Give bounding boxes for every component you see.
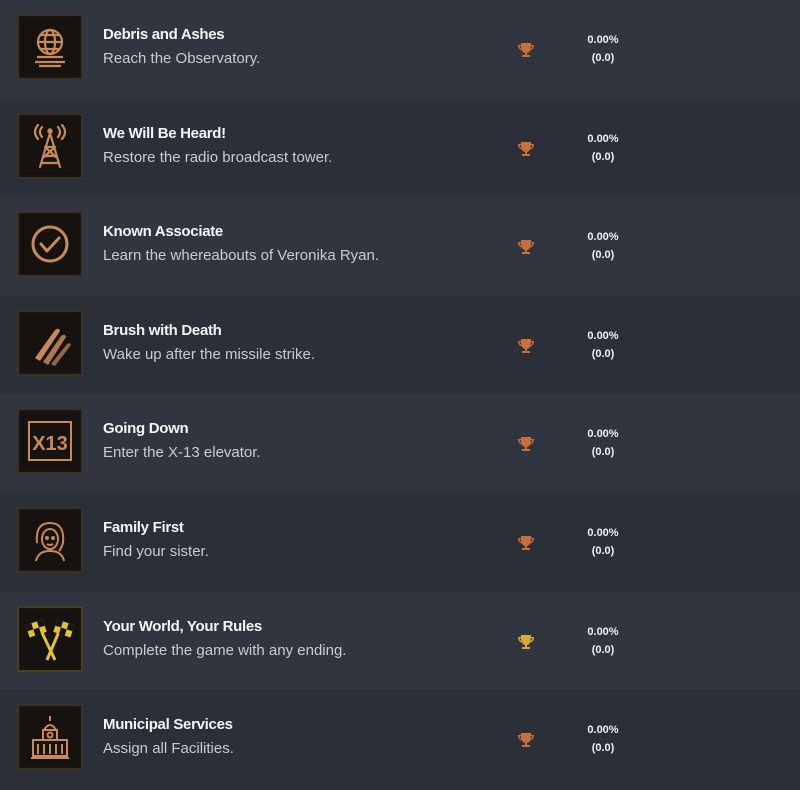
town-hall-icon — [31, 716, 69, 760]
unlock-percentage: 0.00% — [587, 428, 619, 441]
trophy-icon — [517, 337, 535, 355]
x13-sign-icon: X13 — [28, 421, 72, 462]
achievement-score: (0.0) — [591, 52, 615, 64]
trophy-icon — [517, 534, 535, 552]
achievement-description: Complete the game with any ending. — [103, 641, 347, 659]
unlock-percentage: 0.00% — [587, 724, 619, 737]
achievement-title: Municipal Services — [103, 716, 233, 734]
achievement-list: Debris and Ashes Reach the Observatory. … — [0, 0, 800, 789]
achievement-title: Going Down — [103, 420, 189, 438]
trophy-icon — [517, 435, 535, 453]
achievement-description: Reach the Observatory. — [103, 50, 261, 67]
achievement-score: (0.0) — [591, 544, 615, 557]
achievement-icon-frame — [17, 112, 83, 179]
missiles-icon — [35, 328, 71, 366]
achievement-row[interactable]: Family First Find your sister. 0.00% (0.… — [0, 492, 800, 592]
achievement-icon-frame — [17, 211, 83, 278]
achievement-title: Debris and Ashes — [103, 26, 225, 43]
unlock-percentage: 0.00% — [587, 329, 619, 342]
checkmark-circle-icon — [31, 225, 69, 263]
achievement-row[interactable]: X13 Going Down Enter the X-13 elevator. … — [0, 394, 800, 493]
trophy-icon — [517, 633, 535, 651]
x13-label: X13 — [32, 433, 68, 455]
unlock-percentage: 0.00% — [587, 231, 619, 244]
achievement-icon-frame — [17, 506, 83, 573]
achievement-description: Wake up after the missile strike. — [103, 345, 316, 363]
achievement-icon-frame — [17, 309, 83, 376]
achievement-row[interactable]: Your World, Your Rules Complete the game… — [0, 591, 800, 691]
unlock-percentage: 0.00% — [587, 132, 619, 145]
achievement-title: Family First — [103, 518, 184, 536]
achievement-score: (0.0) — [591, 347, 615, 360]
globe-observatory-icon — [35, 28, 65, 68]
achievement-icon-frame — [17, 605, 83, 672]
achievement-title: We Will Be Heard! — [103, 124, 226, 142]
achievement-description: Learn the whereabouts of Veronika Ryan. — [103, 247, 380, 265]
achievement-score: (0.0) — [591, 249, 615, 262]
unlock-percentage: 0.00% — [587, 625, 619, 638]
achievement-description: Find your sister. — [103, 542, 209, 560]
achievement-icon-frame: X13 — [17, 408, 83, 475]
achievement-score: (0.0) — [591, 643, 615, 656]
radio-tower-icon — [33, 123, 67, 168]
achievement-score: (0.0) — [591, 742, 615, 755]
checkered-flags-icon — [25, 619, 75, 661]
woman-portrait-icon — [35, 521, 65, 562]
achievement-description: Assign all Facilities. — [103, 740, 234, 758]
achievement-description: Enter the X-13 elevator. — [103, 444, 261, 462]
unlock-percentage: 0.00% — [587, 526, 619, 539]
achievement-title: Brush with Death — [103, 321, 222, 339]
achievement-icon-frame — [17, 14, 83, 80]
achievement-row[interactable]: Brush with Death Wake up after the missi… — [0, 295, 800, 395]
achievement-row[interactable]: We Will Be Heard! Restore the radio broa… — [0, 98, 800, 198]
unlock-percentage: 0.00% — [587, 34, 619, 46]
trophy-icon — [517, 238, 535, 256]
trophy-icon — [517, 140, 535, 158]
achievement-row[interactable]: Debris and Ashes Reach the Observatory. … — [0, 0, 800, 99]
achievement-score: (0.0) — [591, 150, 615, 163]
achievement-description: Restore the radio broadcast tower. — [103, 148, 333, 166]
achievement-icon-frame — [17, 704, 83, 771]
trophy-icon — [517, 41, 535, 59]
achievement-row[interactable]: Known Associate Learn the whereabouts of… — [0, 197, 800, 296]
achievement-title: Known Associate — [103, 223, 223, 241]
trophy-icon — [517, 731, 535, 749]
achievement-title: Your World, Your Rules — [103, 617, 262, 635]
achievement-row[interactable]: Municipal Services Assign all Facilities… — [0, 690, 800, 789]
achievement-score: (0.0) — [591, 446, 615, 459]
